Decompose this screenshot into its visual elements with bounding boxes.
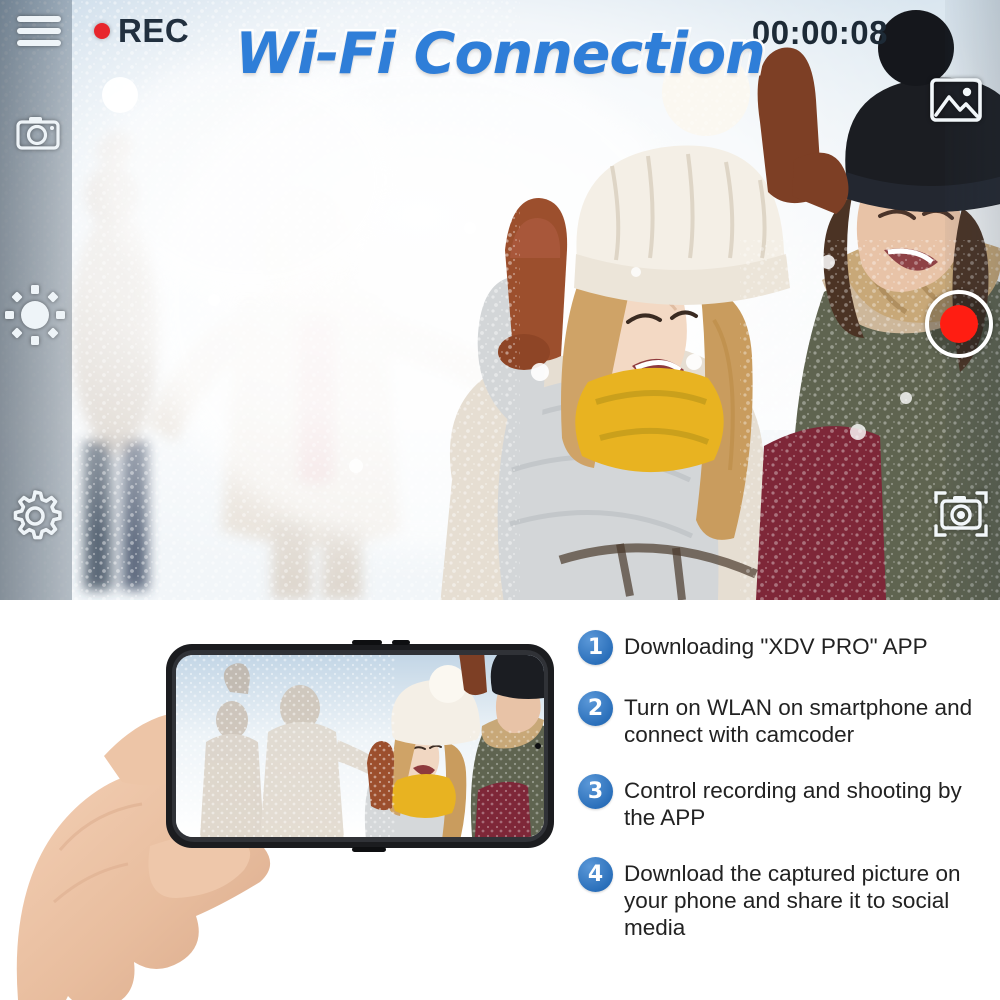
step-text: Downloading "XDV PRO" APP [624, 634, 928, 659]
list-item: 2 Turn on WLAN on smartphone and connect… [578, 691, 990, 748]
steps-list: 1 Downloading "XDV PRO" APP 2 Turn on WL… [578, 630, 990, 967]
record-button[interactable] [925, 290, 993, 358]
camera-icon[interactable] [16, 115, 60, 151]
camera-shutter-icon[interactable] [934, 490, 988, 538]
instructions-section: 1 Downloading "XDV PRO" APP 2 Turn on WL… [0, 600, 1000, 1000]
step-text: Download the captured picture on your ph… [624, 861, 961, 940]
step-number-badge: 4 [578, 857, 613, 892]
page-title: Wi-Fi Connection [233, 21, 769, 87]
snow-scene-photo [0, 0, 1000, 600]
brightness-sun-icon[interactable] [4, 284, 66, 346]
camera-viewfinder: REC 00:00:08 Wi-Fi Connection [0, 0, 1000, 600]
list-item: 3 Control recording and shooting by the … [578, 774, 990, 831]
gallery-image-icon[interactable] [930, 78, 982, 122]
step-number-badge: 1 [578, 630, 613, 665]
record-button-dot [940, 305, 978, 343]
step-number-badge: 3 [578, 774, 613, 809]
gear-icon[interactable] [7, 488, 63, 544]
list-item: 4 Download the captured picture on your … [578, 857, 990, 941]
list-item: 1 Downloading "XDV PRO" APP [578, 630, 990, 665]
phone-in-hand-illustration [0, 600, 570, 1000]
step-text: Control recording and shooting by the AP… [624, 778, 962, 830]
hand-holding-phone-graphic [16, 640, 554, 1000]
step-number-badge: 2 [578, 691, 613, 726]
step-text: Turn on WLAN on smartphone and connect w… [624, 695, 973, 747]
